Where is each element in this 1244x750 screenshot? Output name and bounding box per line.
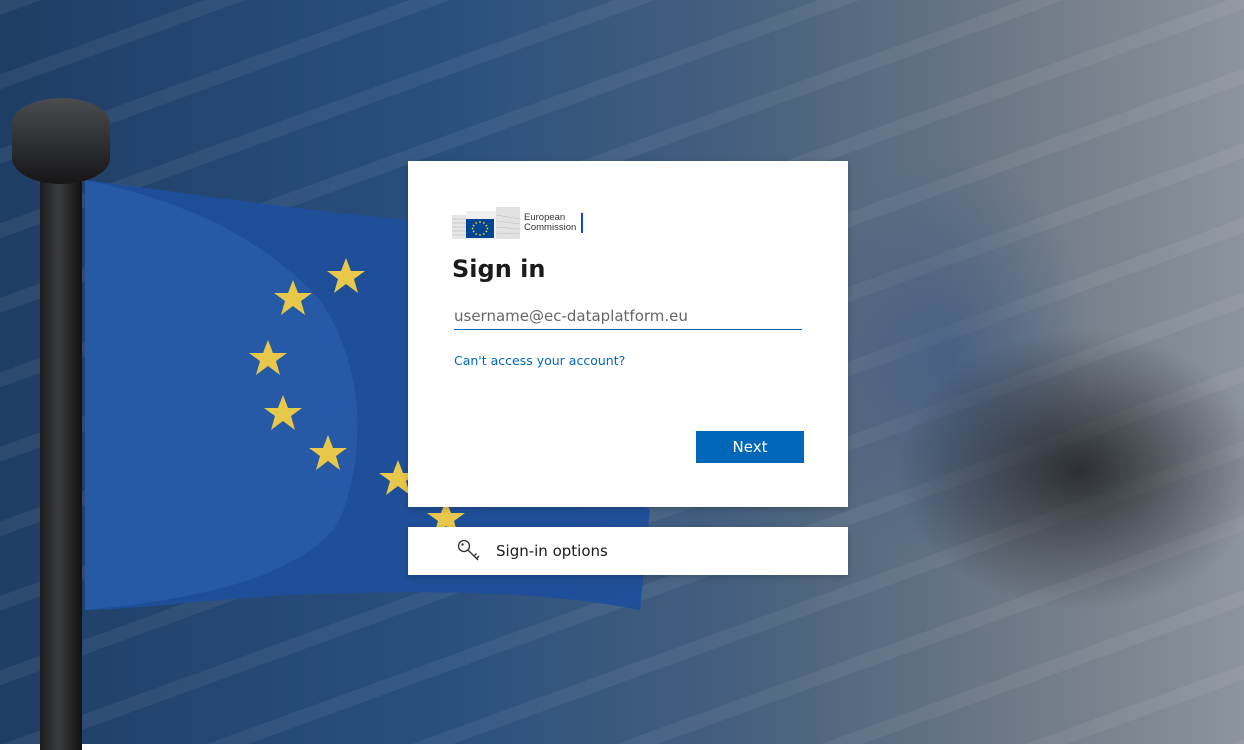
- flag-pole: [40, 130, 82, 750]
- cant-access-account-link[interactable]: Can't access your account?: [454, 353, 625, 368]
- username-input[interactable]: [454, 303, 802, 330]
- logo-text: European Commission: [524, 213, 584, 233]
- flag-pole-cap: [12, 98, 110, 184]
- european-commission-logo: European Commission: [452, 205, 584, 241]
- page-title: Sign in: [452, 255, 546, 283]
- next-button[interactable]: Next: [696, 431, 804, 463]
- ec-building-icon: [452, 207, 520, 239]
- key-search-icon: [456, 538, 482, 564]
- signin-options-button[interactable]: Sign-in options: [408, 527, 848, 575]
- logo-line2: Commission: [524, 222, 577, 233]
- signin-options-label: Sign-in options: [496, 542, 608, 560]
- signin-card: European Commission Sign in Can't access…: [408, 161, 848, 507]
